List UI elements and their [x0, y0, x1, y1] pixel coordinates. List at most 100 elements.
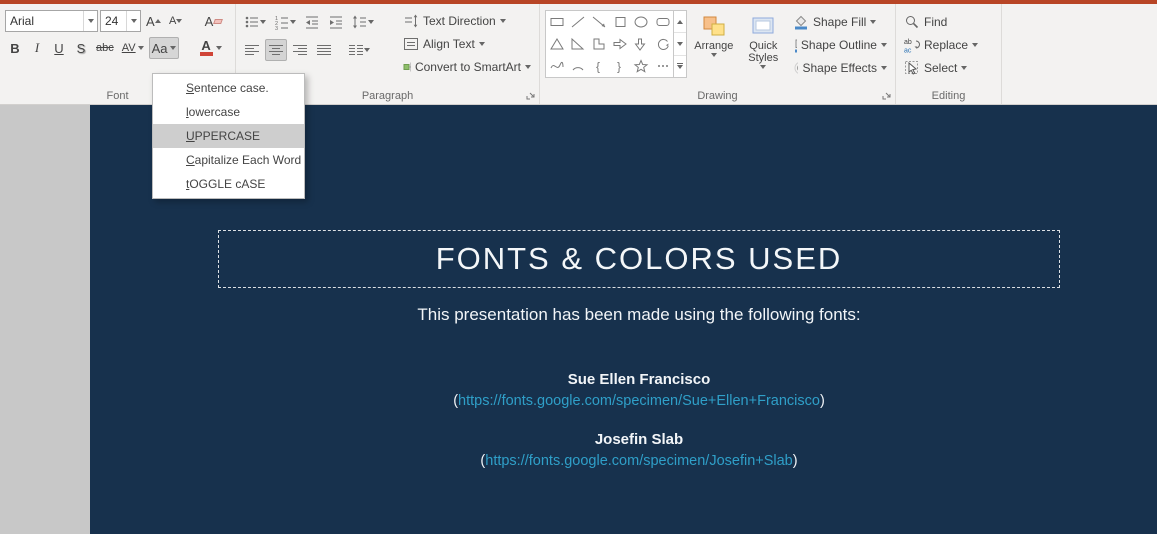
shadow-label: S: [76, 40, 86, 56]
ribbon-group-editing: Find ab ac Replace Select Editing: [896, 4, 1002, 104]
columns-button[interactable]: [345, 39, 373, 61]
font-name-value: Arial: [10, 14, 35, 28]
font-name-dropdown-icon[interactable]: [83, 11, 97, 31]
grow-font-letter: A: [146, 13, 155, 29]
shape-arc-icon[interactable]: [570, 59, 586, 73]
shapes-scroll-up-button[interactable]: [674, 11, 687, 34]
slide-title-box[interactable]: FONTS & COLORS USED: [218, 230, 1060, 288]
convert-smartart-button[interactable]: Convert to SmartArt: [400, 56, 534, 78]
shape-rounded-rectangle-icon[interactable]: [655, 15, 671, 29]
font-size-dropdown-icon[interactable]: [126, 11, 140, 31]
shape-l-shape-icon[interactable]: [591, 37, 607, 51]
change-case-menu: Sentence case. l owercase U PPERCASE Capit…: [152, 73, 305, 199]
shape-square-icon[interactable]: [612, 15, 628, 29]
underline-button[interactable]: U: [49, 37, 69, 59]
line-spacing-icon: [353, 15, 366, 29]
shape-outline-button[interactable]: Shape Outline: [790, 34, 890, 56]
shrink-font-button[interactable]: A: [166, 10, 186, 32]
dialog-launcher-icon: [526, 92, 535, 100]
shape-circular-arrow-icon[interactable]: [655, 37, 671, 51]
quick-styles-icon: [752, 17, 774, 34]
strikethrough-button[interactable]: abc: [93, 37, 117, 59]
font-link[interactable]: https://fonts.google.com/specimen/Josefi…: [485, 453, 793, 469]
character-spacing-button[interactable]: AV: [119, 37, 147, 59]
font-entry-name: Josefin Slab: [594, 431, 684, 448]
line-spacing-button[interactable]: [349, 11, 377, 33]
bullets-button[interactable]: [241, 11, 269, 33]
change-case-button[interactable]: Aa: [148, 37, 179, 59]
shape-rectangle-icon[interactable]: [549, 15, 565, 29]
shrink-font-arrow-icon: [176, 19, 183, 23]
shape-right-brace-icon[interactable]: }: [612, 59, 628, 74]
case-menu-item[interactable]: Capitalize Each Word: [153, 148, 304, 172]
editing-group-label: Editing: [931, 90, 966, 102]
dialog-launcher-icon: [882, 92, 891, 100]
paragraph-dialog-launcher[interactable]: [525, 89, 537, 101]
menu-item-text: owercase: [188, 105, 241, 119]
text-shadow-button[interactable]: S: [71, 37, 91, 59]
shape-more-dots-icon[interactable]: [655, 59, 671, 73]
convert-smartart-arrow-icon: [525, 65, 531, 69]
text-direction-button[interactable]: Text Direction: [400, 10, 534, 32]
numbering-button[interactable]: 123: [271, 11, 299, 33]
decrease-indent-button[interactable]: [301, 11, 323, 33]
align-left-button[interactable]: [241, 39, 263, 61]
replace-arrow-icon: [972, 43, 979, 47]
font-size-combo[interactable]: 24: [100, 10, 141, 32]
shape-effects-button[interactable]: Shape Effects: [790, 57, 890, 79]
font-link[interactable]: https://fonts.google.com/specimen/Sue+El…: [458, 393, 820, 409]
quick-styles-button[interactable]: Quick Styles: [741, 10, 786, 88]
underline-label: U: [54, 40, 64, 56]
shape-scribble-icon[interactable]: [549, 59, 565, 73]
case-menu-item[interactable]: Sentence case.: [153, 76, 304, 100]
shapes-more-button[interactable]: [674, 56, 686, 77]
shape-star-icon[interactable]: [633, 59, 649, 73]
select-button[interactable]: Select: [901, 57, 996, 79]
case-menu-item[interactable]: t OGGLE cASE: [153, 172, 304, 196]
replace-icon: ab ac: [904, 39, 920, 53]
replace-label: Replace: [924, 38, 969, 52]
menu-item-access-key: S: [186, 81, 195, 95]
shape-effects-icon: [794, 62, 799, 74]
text-direction-icon: [405, 14, 418, 28]
find-button[interactable]: Find: [901, 11, 996, 33]
shape-triangle-icon[interactable]: [549, 37, 565, 51]
font-color-letter: A: [201, 38, 211, 53]
drawing-dialog-launcher[interactable]: [881, 89, 893, 101]
replace-button[interactable]: ab ac Replace: [901, 34, 996, 56]
shape-fill-icon: [794, 15, 807, 30]
font-size-value: 24: [105, 14, 119, 28]
case-menu-item[interactable]: U PPERCASE: [153, 124, 304, 148]
case-menu-item[interactable]: l owercase: [153, 100, 304, 124]
shape-arrow-down-icon[interactable]: [633, 37, 649, 51]
bold-label: B: [10, 40, 20, 56]
shape-oval-icon[interactable]: [633, 15, 649, 29]
arrange-button[interactable]: Arrange: [691, 10, 736, 88]
shape-outline-icon: [794, 39, 797, 53]
shape-left-brace-icon[interactable]: {: [591, 59, 607, 74]
shape-fill-button[interactable]: Shape Fill: [790, 11, 890, 33]
align-center-button[interactable]: [265, 39, 287, 61]
font-color-button[interactable]: A: [197, 37, 225, 59]
shapes-scroll-down-button[interactable]: [674, 33, 687, 56]
increase-indent-button[interactable]: [325, 11, 347, 33]
italic-button[interactable]: I: [27, 37, 47, 59]
shape-arrow-right-icon[interactable]: [612, 37, 628, 51]
shape-effects-arrow-icon: [880, 66, 887, 70]
smartart-icon: [403, 62, 411, 72]
justify-button[interactable]: [313, 39, 335, 61]
strikethrough-label: abc: [96, 42, 114, 54]
shape-line-arrow-icon[interactable]: [591, 15, 607, 29]
align-text-button[interactable]: Align Text: [400, 33, 534, 55]
line-spacing-arrow-icon: [368, 20, 374, 24]
clear-formatting-button[interactable]: A: [202, 10, 226, 32]
grow-font-button[interactable]: A: [143, 10, 164, 32]
font-name-combo[interactable]: Arial: [5, 10, 98, 32]
bold-button[interactable]: B: [5, 37, 25, 59]
italic-label: I: [34, 40, 40, 55]
align-right-button[interactable]: [289, 39, 311, 61]
svg-text:3: 3: [275, 26, 278, 30]
shape-line-icon[interactable]: [570, 15, 586, 29]
convert-smartart-label: Convert to SmartArt: [414, 60, 521, 74]
shape-right-triangle-icon[interactable]: [570, 37, 586, 51]
